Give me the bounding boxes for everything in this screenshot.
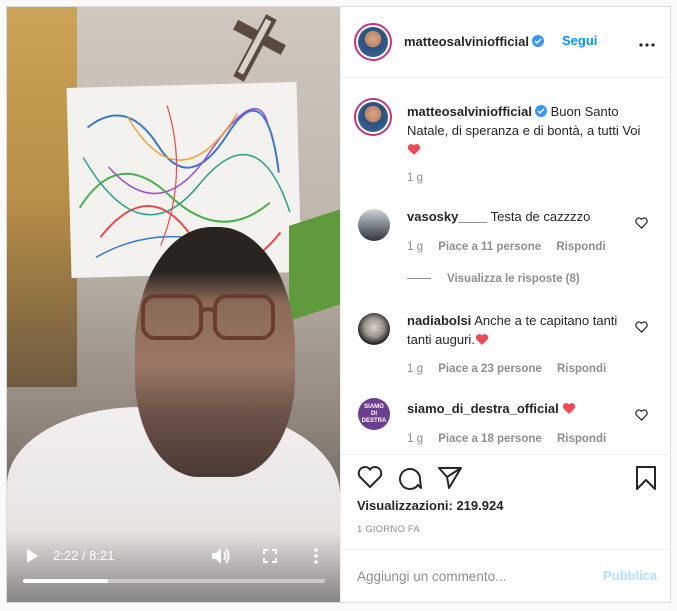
post-dialog: 2:22 / 8:21 matteosalviniofficial Segui … xyxy=(6,6,671,603)
video-more-button[interactable] xyxy=(305,545,327,567)
like-icon xyxy=(635,217,648,229)
save-button[interactable] xyxy=(635,465,661,491)
video-progress-fill xyxy=(23,579,109,583)
verified-icon xyxy=(531,35,544,47)
video-glasses xyxy=(139,290,279,346)
video-person xyxy=(135,227,295,477)
more-icon xyxy=(314,548,318,564)
volume-button[interactable] xyxy=(209,545,233,567)
comment-meta: 1 g Piace a 18 persone Rispondi xyxy=(407,433,606,445)
comment-meta: 1 g Piace a 11 persone Rispondi xyxy=(407,241,606,253)
comment-likes[interactable]: Piace a 18 persone xyxy=(438,433,542,445)
views-count[interactable]: Visualizzazioni: 219.924 xyxy=(357,498,503,513)
comment-item: siamo_di_destra_official xyxy=(407,399,637,420)
like-icon xyxy=(635,409,648,421)
fullscreen-icon xyxy=(263,549,277,563)
comment-reply-button[interactable]: Rispondi xyxy=(556,241,605,253)
video-time: 2:22 / 8:21 xyxy=(53,548,115,563)
post-header: matteosalviniofficial Segui xyxy=(341,7,671,78)
comment-avatar[interactable] xyxy=(358,313,390,345)
comment-like-button[interactable] xyxy=(635,216,649,230)
caption-age: 1 g xyxy=(407,172,423,184)
heart-emoji-icon xyxy=(475,332,489,351)
comment-username[interactable]: nadiabolsi xyxy=(407,313,471,328)
post-sidebar: matteosalviniofficial Segui matteosalvin… xyxy=(340,7,671,602)
video-painting-left xyxy=(7,7,77,387)
view-replies-label: Visualizza le risposte (8) xyxy=(447,273,580,285)
publish-button[interactable]: Pubblica xyxy=(603,568,657,583)
comment-item: nadiabolsi Anche a te capitano tanti tan… xyxy=(407,311,637,351)
share-icon xyxy=(438,467,462,489)
video-crucifix xyxy=(221,11,287,85)
like-button[interactable] xyxy=(357,465,383,491)
comment-icon xyxy=(399,468,422,490)
video-controls-shade xyxy=(7,532,340,602)
like-icon xyxy=(635,321,648,333)
like-icon xyxy=(357,466,383,489)
comment-avatar[interactable]: SIAMO DI DESTRA xyxy=(358,398,390,430)
comment-reply-button[interactable]: Rispondi xyxy=(557,433,606,445)
comment-button[interactable] xyxy=(397,465,423,491)
comment-likes[interactable]: Piace a 23 persone xyxy=(438,363,542,375)
volume-icon xyxy=(212,548,230,564)
comment-age: 1 g xyxy=(407,433,423,445)
comment-username[interactable]: vasosky____ xyxy=(407,209,487,224)
author-username-row: matteosalviniofficial xyxy=(404,34,544,49)
more-options-icon xyxy=(639,43,655,47)
video-green-frame xyxy=(289,208,340,321)
comment-likes[interactable]: Piace a 11 persone xyxy=(438,241,541,253)
caption-avatar[interactable] xyxy=(354,98,392,136)
more-options-button[interactable] xyxy=(639,34,659,48)
post-date[interactable]: 1 GIORNO FA xyxy=(357,524,420,535)
comment-username[interactable]: siamo_di_destra_official xyxy=(407,401,559,416)
comment-like-button[interactable] xyxy=(635,408,649,422)
heart-emoji-icon xyxy=(407,142,421,161)
post-caption: matteosalviniofficial Buon Santo Natale,… xyxy=(407,102,647,161)
comment-like-button[interactable] xyxy=(635,320,649,334)
view-replies-button[interactable]: Visualizza le risposte (8) xyxy=(407,273,580,285)
play-button[interactable] xyxy=(21,545,43,567)
caption-username[interactable]: matteosalviniofficial xyxy=(407,104,532,119)
comment-avatar[interactable] xyxy=(358,209,390,241)
comment-input[interactable] xyxy=(357,566,587,586)
video-player[interactable]: 2:22 / 8:21 xyxy=(7,7,340,602)
save-icon xyxy=(636,466,656,490)
author-username[interactable]: matteosalviniofficial xyxy=(404,34,529,49)
verified-icon xyxy=(534,105,547,117)
share-button[interactable] xyxy=(437,465,463,491)
avatar-image xyxy=(358,102,388,132)
comment-age: 1 g xyxy=(407,363,423,375)
heart-emoji-icon xyxy=(562,401,576,420)
comment-meta: 1 g Piace a 23 persone Rispondi xyxy=(407,363,606,375)
follow-button[interactable]: Segui xyxy=(562,33,597,48)
add-comment-section: Pubblica xyxy=(341,549,671,602)
play-icon xyxy=(27,549,38,563)
comment-text: Testa de cazzzzo xyxy=(490,209,591,224)
avatar-image xyxy=(358,27,388,57)
avatar-text: SIAMO DI DESTRA xyxy=(361,403,387,424)
video-progress-bar[interactable] xyxy=(23,579,325,583)
fullscreen-button[interactable] xyxy=(259,545,281,567)
comment-item: vasosky____ Testa de cazzzzo xyxy=(407,207,637,226)
comment-reply-button[interactable]: Rispondi xyxy=(557,363,606,375)
comment-age: 1 g xyxy=(407,241,423,253)
author-avatar[interactable] xyxy=(354,23,392,61)
replies-divider xyxy=(407,278,431,280)
